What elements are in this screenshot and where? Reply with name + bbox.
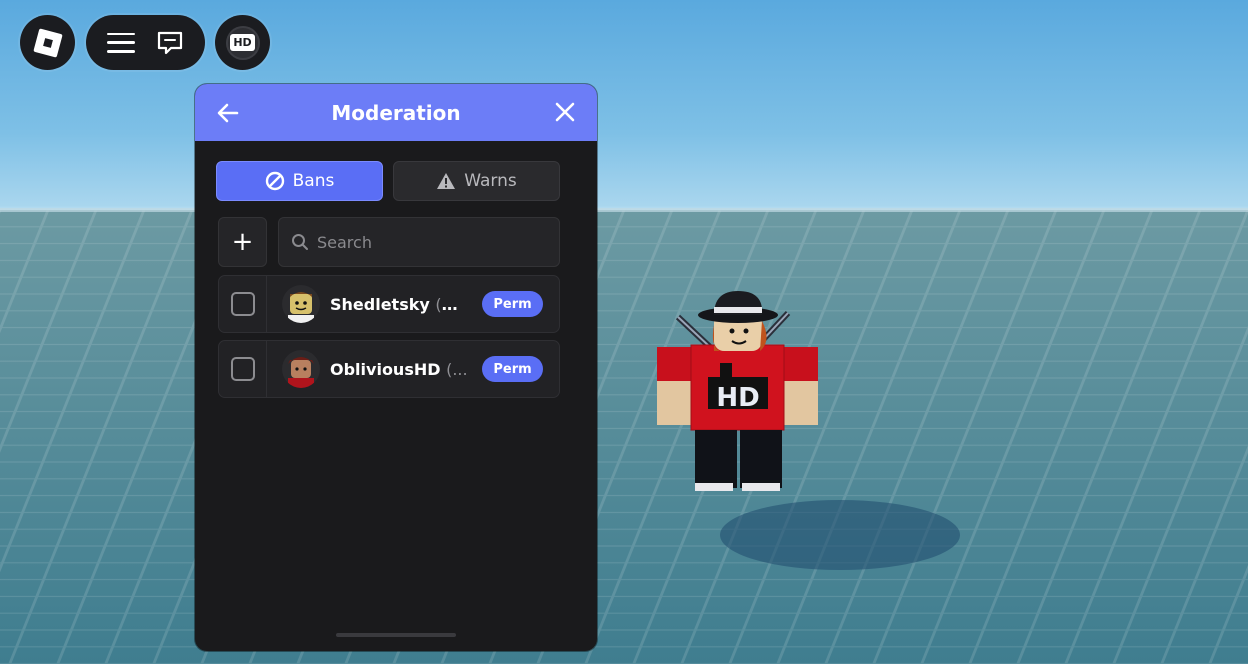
ban-duration-label: Perm xyxy=(493,296,532,312)
user-avatar xyxy=(282,350,320,388)
chat-bubble-icon[interactable] xyxy=(156,30,184,56)
ban-icon xyxy=(265,171,284,191)
user-avatar xyxy=(282,285,320,323)
hd-admin-icon: HD xyxy=(225,25,260,60)
search-box xyxy=(278,217,560,267)
user-handle: (... xyxy=(446,359,468,379)
moderation-panel: Moderation Bans Warns + Search Shedletsk… xyxy=(195,84,597,651)
roblox-menu-button[interactable] xyxy=(20,15,75,70)
user-display-name: ObliviousHD xyxy=(330,359,441,379)
warning-triangle-icon xyxy=(437,173,456,189)
user-handle: (@S... xyxy=(435,294,472,314)
ban-list-item[interactable]: Shedletsky (@S... Perm xyxy=(218,275,560,333)
ban-duration-badge: Perm xyxy=(482,356,543,382)
hd-admin-button[interactable]: HD xyxy=(215,15,270,70)
menu-chat-pill xyxy=(86,15,205,70)
hd-label: HD xyxy=(230,34,255,51)
checkbox-cell xyxy=(219,341,267,397)
roblox-logo-icon xyxy=(32,27,63,58)
ban-select-checkbox[interactable] xyxy=(230,357,255,381)
ban-select-checkbox[interactable] xyxy=(230,292,255,316)
panel-resize-grip[interactable] xyxy=(336,633,456,637)
tab-warns[interactable]: Warns xyxy=(393,161,560,201)
player-avatar-character: HD xyxy=(657,291,818,491)
tab-warns-label: Warns xyxy=(464,171,517,191)
arrow-left-icon[interactable] xyxy=(215,100,241,126)
tab-bans-label: Bans xyxy=(292,171,335,191)
user-name: ObliviousHD (... xyxy=(330,360,472,379)
game-viewport xyxy=(0,0,1248,664)
user-display-name: Shedletsky xyxy=(330,294,430,314)
panel-title: Moderation xyxy=(331,100,461,125)
ban-list-item[interactable]: ObliviousHD (... Perm xyxy=(218,340,560,398)
ban-duration-label: Perm xyxy=(493,361,532,377)
close-icon[interactable] xyxy=(553,100,577,124)
add-label: + xyxy=(231,227,254,257)
ban-duration-badge: Perm xyxy=(482,291,543,317)
user-name: Shedletsky (@S... xyxy=(330,295,472,314)
add-ban-button[interactable]: + xyxy=(218,217,267,267)
search-icon xyxy=(292,234,308,250)
search-input[interactable] xyxy=(317,232,547,252)
svg-text:HD: HD xyxy=(716,383,759,413)
baseplate-floor xyxy=(0,208,1248,664)
panel-header: Moderation xyxy=(195,84,597,141)
checkbox-cell xyxy=(219,276,267,332)
tab-bans[interactable]: Bans xyxy=(216,161,383,201)
hamburger-menu-icon[interactable] xyxy=(106,32,135,53)
